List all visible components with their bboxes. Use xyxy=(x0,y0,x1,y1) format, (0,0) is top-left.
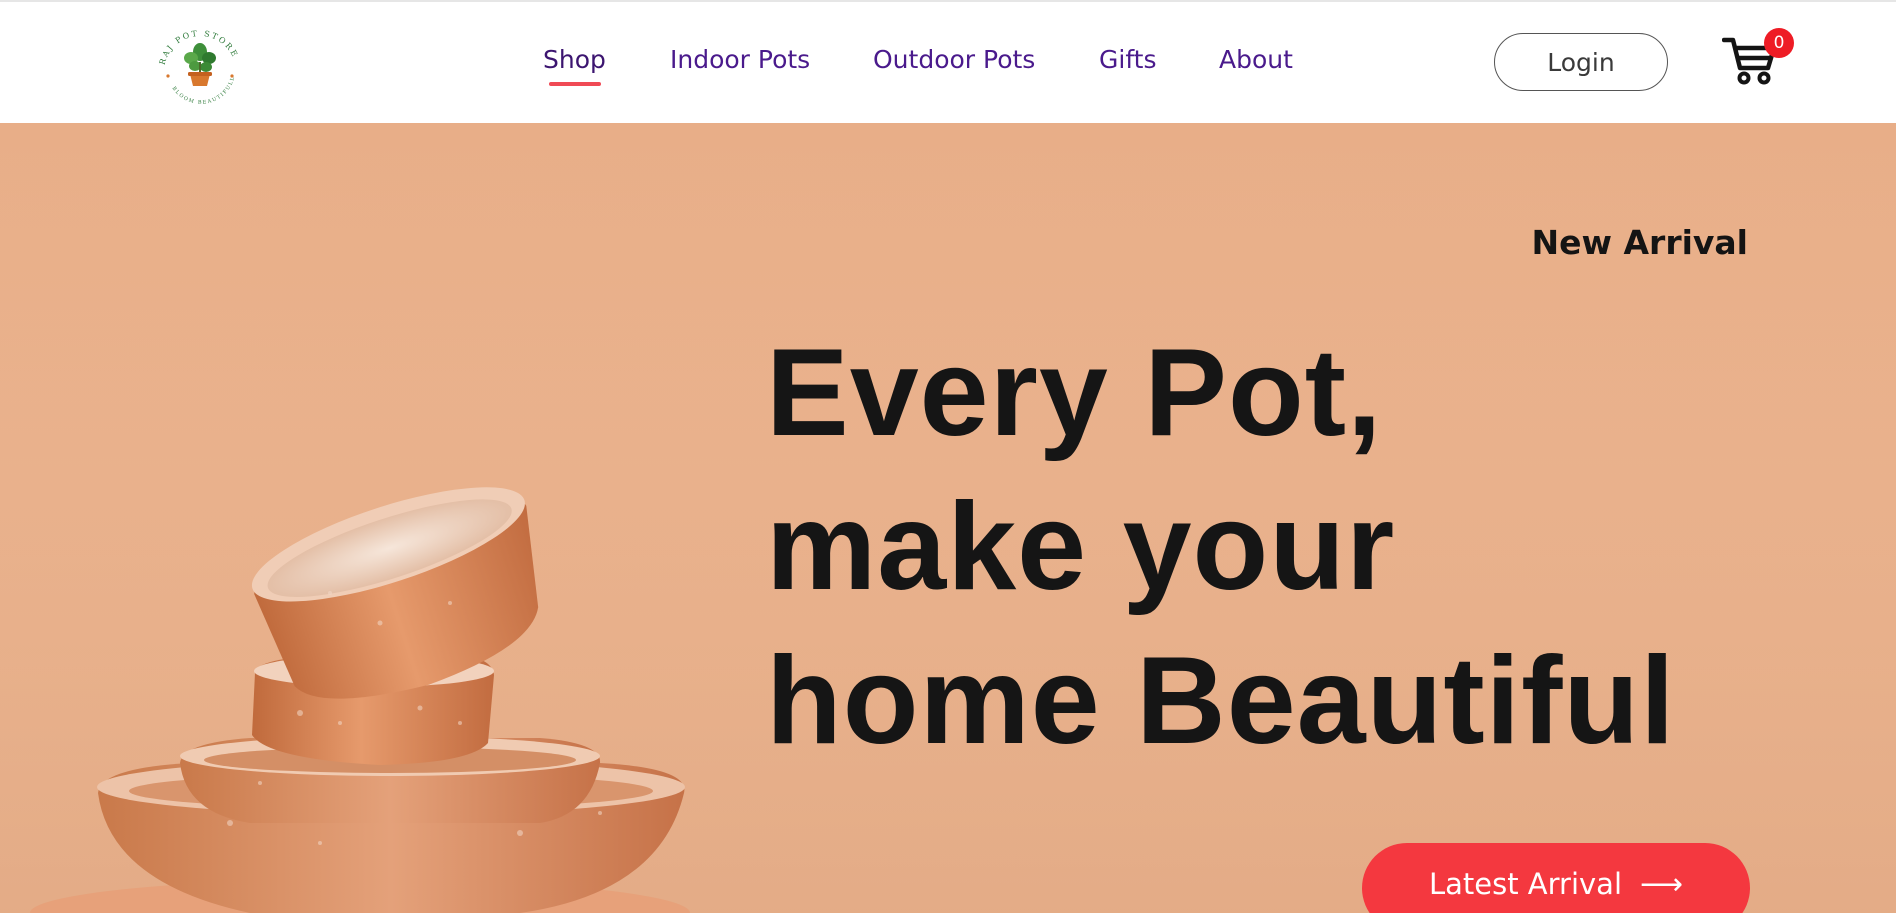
headline-line-2: make your xyxy=(766,478,1396,616)
headline-line-1: Every Pot, xyxy=(766,324,1383,462)
page: RAJ POT STORE BLOOM BEAUTIFULLY xyxy=(0,0,1896,913)
brand-logo[interactable]: RAJ POT STORE BLOOM BEAUTIFULLY xyxy=(150,26,250,106)
nav-about[interactable]: About xyxy=(1219,44,1293,76)
arrow-right-icon: ⟶ xyxy=(1640,867,1684,902)
headline-line-3: home Beautiful xyxy=(766,632,1676,770)
nav-indoor-pots[interactable]: Indoor Pots xyxy=(670,44,810,76)
hero-eyebrow: New Arrival xyxy=(1531,223,1748,262)
cta-label: Latest Arrival xyxy=(1428,867,1623,901)
cart-count-badge: 0 xyxy=(1764,28,1794,58)
hero-headline: Every Pot, make your home Beautiful xyxy=(766,316,1766,778)
site-header: RAJ POT STORE BLOOM BEAUTIFULLY xyxy=(0,2,1896,123)
active-nav-underline xyxy=(549,82,601,86)
hero-banner: New Arrival Every Pot, make your home Be… xyxy=(0,123,1896,913)
nav-outdoor-pots[interactable]: Outdoor Pots xyxy=(873,44,1035,76)
nav-shop[interactable]: Shop xyxy=(543,44,606,76)
potted-plant-icon: RAJ POT STORE BLOOM BEAUTIFULLY xyxy=(150,26,238,106)
login-button[interactable]: Login xyxy=(1494,33,1668,91)
nav-gifts[interactable]: Gifts xyxy=(1099,44,1157,76)
latest-arrival-button[interactable]: Latest Arrival ⟶ xyxy=(1362,843,1750,913)
